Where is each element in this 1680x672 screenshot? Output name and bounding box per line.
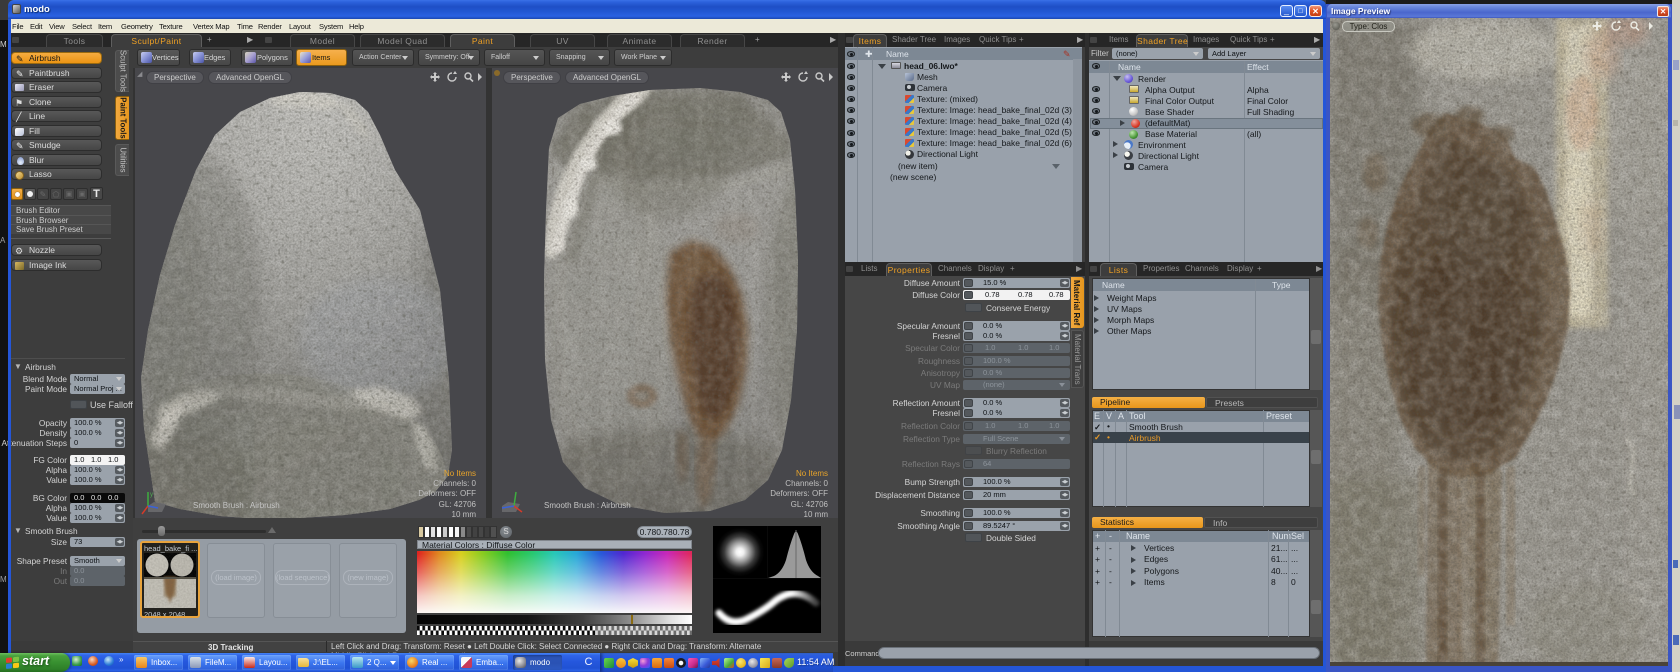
- svg-text:y: y: [150, 492, 153, 498]
